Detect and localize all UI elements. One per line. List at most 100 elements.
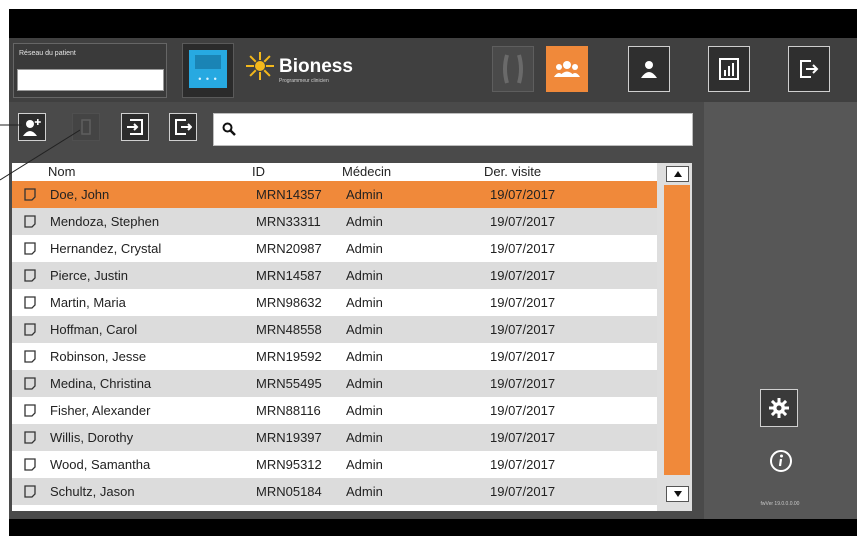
patients-nav-button[interactable] — [546, 46, 588, 92]
cell-id: MRN14587 — [256, 268, 322, 283]
cell-name: Mendoza, Stephen — [50, 214, 160, 229]
version-label: fwVer 19.0.0.0.00 — [760, 501, 800, 507]
logout-nav-button[interactable] — [788, 46, 830, 92]
scroll-down-button[interactable] — [666, 486, 689, 502]
cell-last-visit: 19/07/2017 — [490, 376, 556, 391]
document-icon — [24, 242, 36, 255]
header-doctor[interactable]: Médecin — [342, 164, 391, 179]
devices-nav-button[interactable] — [492, 46, 534, 92]
scroll-up-button[interactable] — [666, 166, 689, 182]
document-icon — [24, 377, 36, 390]
document-icon — [24, 323, 36, 336]
scroll-thumb[interactable] — [664, 185, 690, 475]
table-row[interactable]: Schultz, Jason MRN05184 Admin 19/07/2017 — [12, 478, 657, 505]
cell-name: Schultz, Jason — [50, 484, 135, 499]
patient-table: Nom ID Médecin Der. visite Doe, John MRN1… — [12, 163, 692, 511]
cell-last-visit: 19/07/2017 — [490, 484, 556, 499]
cell-last-visit: 19/07/2017 — [490, 214, 556, 229]
table-row[interactable]: Robinson, Jesse MRN19592 Admin 19/07/2017 — [12, 343, 657, 370]
table-header: Nom ID Médecin Der. visite — [12, 163, 657, 181]
table-row[interactable]: Medina, Christina MRN55495 Admin 19/07/2017 — [12, 370, 657, 397]
document-icon — [24, 350, 36, 363]
cell-name: Willis, Dorothy — [50, 430, 134, 445]
cell-last-visit: 19/07/2017 — [490, 430, 556, 445]
patient-network-label: Réseau du patient — [19, 50, 76, 57]
top-black-bar — [9, 9, 857, 38]
cell-id: MRN05184 — [256, 484, 322, 499]
document-icon — [24, 431, 36, 444]
cell-last-visit: 19/07/2017 — [490, 241, 556, 256]
cell-last-visit: 19/07/2017 — [490, 349, 556, 364]
table-row[interactable]: Hernandez, Crystal MRN20987 Admin 19/07/201… — [12, 235, 657, 262]
document-icon — [24, 296, 36, 309]
cell-id: MRN48558 — [256, 322, 322, 337]
export-button[interactable] — [169, 113, 197, 141]
logo-wordmark: Bioness — [279, 55, 353, 77]
cell-name: Hernandez, Crystal — [50, 241, 162, 256]
table-row[interactable]: Wood, Samantha MRN95312 Admin 19/07/2017 — [12, 451, 657, 478]
info-button[interactable] — [767, 447, 795, 475]
cell-last-visit: 19/07/2017 — [490, 268, 556, 283]
table-row[interactable]: Hoffman, Carol MRN48558 Admin 19/07/2017 — [12, 316, 657, 343]
cell-name: Medina, Christina — [50, 376, 152, 391]
sun-logo-icon — [246, 52, 274, 80]
cell-last-visit: 19/07/2017 — [490, 457, 556, 472]
table-scrollbar[interactable] — [657, 163, 692, 511]
table-row[interactable]: Pierce, Justin MRN14587 Admin 19/07/2017 — [12, 262, 657, 289]
header-id[interactable]: ID — [252, 164, 265, 179]
cell-name: Wood, Samantha — [50, 457, 151, 472]
cell-doctor: Admin — [346, 268, 383, 283]
table-row[interactable]: Mendoza, Stephen MRN33311 Admin 19/07/2017 — [12, 208, 657, 235]
search-field[interactable] — [213, 113, 693, 146]
import-icon — [127, 119, 143, 135]
cell-id: MRN20987 — [256, 241, 322, 256]
arrow-up-icon — [673, 171, 682, 177]
table-row[interactable]: Martin, Maria MRN98632 Admin 19/07/2017 — [12, 289, 657, 316]
cell-name: Martin, Maria — [50, 295, 126, 310]
settings-button[interactable] — [760, 389, 798, 427]
patient-profile-nav-button[interactable] — [628, 46, 670, 92]
delete-icon — [81, 119, 91, 135]
document-icon — [24, 269, 36, 282]
device-status-dots: • • • — [198, 74, 218, 84]
patient-network-input[interactable] — [17, 69, 164, 91]
bioness-logo: Bioness Programmeur clinicien — [245, 48, 353, 84]
cell-doctor: Admin — [346, 187, 383, 202]
cell-doctor: Admin — [346, 349, 383, 364]
cell-doctor: Admin — [346, 484, 383, 499]
logout-icon — [800, 60, 819, 78]
cell-id: MRN33311 — [256, 214, 321, 229]
reports-nav-button[interactable] — [708, 46, 750, 92]
document-icon — [24, 485, 36, 498]
device-pair-icon — [503, 54, 523, 84]
cell-id: MRN88116 — [256, 403, 321, 418]
gear-icon — [769, 398, 789, 418]
bottom-black-bar — [9, 519, 857, 536]
cell-doctor: Admin — [346, 430, 383, 445]
table-row[interactable]: Doe, John MRN14357 Admin 19/07/2017 — [12, 181, 657, 208]
cell-name: Hoffman, Carol — [50, 322, 138, 337]
import-button[interactable] — [121, 113, 149, 141]
cell-doctor: Admin — [346, 295, 383, 310]
cell-id: MRN95312 — [256, 457, 322, 472]
info-icon — [770, 450, 792, 472]
cell-last-visit: 19/07/2017 — [490, 295, 556, 310]
device-icon: • • • — [189, 50, 227, 88]
report-icon — [719, 58, 739, 80]
arrow-down-icon — [673, 491, 682, 497]
cell-id: MRN98632 — [256, 295, 322, 310]
cell-doctor: Admin — [346, 403, 383, 418]
cell-doctor: Admin — [346, 214, 383, 229]
cell-id: MRN55495 — [256, 376, 322, 391]
export-icon — [175, 119, 192, 135]
cell-last-visit: 19/07/2017 — [490, 322, 556, 337]
cell-id: MRN19592 — [256, 349, 322, 364]
table-row[interactable]: Fisher, Alexander MRN88116 Admin 19/07/2017 — [12, 397, 657, 424]
cell-name: Fisher, Alexander — [50, 403, 151, 418]
table-row[interactable]: Willis, Dorothy MRN19397 Admin 19/07/2017 — [12, 424, 657, 451]
cell-doctor: Admin — [346, 241, 383, 256]
cell-name: Pierce, Justin — [50, 268, 129, 283]
header-last-visit[interactable]: Der. visite — [484, 164, 541, 179]
cell-id: MRN14357 — [256, 187, 322, 202]
document-icon — [24, 404, 36, 417]
